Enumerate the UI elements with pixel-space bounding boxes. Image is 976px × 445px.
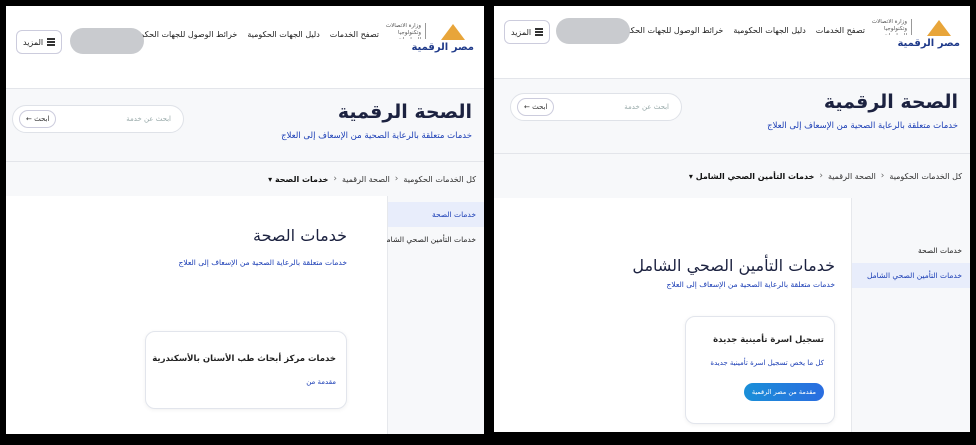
page-header: الصحة الرقمية خدمات متعلقة بالرعاية الصح… (494, 79, 970, 154)
more-menu-button[interactable]: المزيد (504, 20, 551, 44)
page-header: الصحة الرقمية خدمات متعلقة بالرعاية الصح… (6, 89, 484, 162)
digital-egypt-logo[interactable]: مصر الرقمية (897, 16, 960, 56)
chevron-left-icon: ‹ (394, 174, 399, 184)
sidebar-item-health-services[interactable]: خدمات الصحة (852, 238, 970, 263)
left-screenshot: مصر الرقمية وزارة الاتصالات وتكنولوجيا ا… (6, 6, 484, 434)
section-subtitle: خدمات متعلقة بالرعاية الصحية من الإسعاف … (178, 258, 347, 267)
main-content: خدمات التأمين الصحي الشامل خدمات متعلقة … (494, 198, 851, 432)
breadcrumb-all-services[interactable]: كل الخدمات الحكومية (403, 175, 476, 184)
pyramid-icon (927, 20, 951, 36)
search-button-label: ابحث (532, 103, 548, 111)
search-input[interactable]: ابحث عن خدمة ← ابحث (510, 93, 682, 121)
search-placeholder: ابحث عن خدمة (624, 103, 669, 111)
logo-text: مصر الرقمية (897, 38, 960, 49)
card-provider: مقدمة من (306, 378, 336, 386)
digital-egypt-logo[interactable]: مصر الرقمية (411, 20, 474, 60)
section-subtitle: خدمات متعلقة بالرعاية الصحية من الإسعاف … (666, 280, 835, 289)
search-input[interactable]: ابحث عن خدمة ← ابحث (12, 105, 184, 133)
page-title: الصحة الرقمية (823, 91, 958, 113)
search-button[interactable]: ← ابحث (517, 98, 555, 116)
sidebar-item-insurance-services[interactable]: خدمات التأمين الصحي الشامل (852, 263, 970, 288)
main-nav: تصفح الخدمات دليل الجهات الحكومية خرائط … (616, 26, 865, 35)
hamburger-icon (47, 37, 56, 48)
user-account-pill[interactable] (70, 28, 144, 54)
sidebar: خدمات الصحة خدمات التأمين الصحي الشامل (851, 198, 970, 432)
search-button[interactable]: ← ابحث (19, 110, 57, 128)
card-description: كل ما يخص تسجيل اسرة تأمينية جديدة (710, 359, 824, 367)
nav-access-maps[interactable]: خرائط الوصول للجهات الحكومية (130, 30, 238, 39)
pyramid-icon (441, 24, 465, 40)
sidebar-item-health-services[interactable]: خدمات الصحة (388, 202, 484, 227)
top-navbar: مصر الرقمية وزارة الاتصالات وتكنولوجيا ا… (494, 6, 970, 79)
breadcrumb-digital-health[interactable]: الصحة الرقمية (342, 175, 390, 184)
chevron-left-icon: ‹ (819, 171, 823, 181)
nav-gov-directory[interactable]: دليل الجهات الحكومية (247, 30, 319, 39)
more-label: المزيد (23, 37, 44, 47)
right-screenshot: مصر الرقمية وزارة الاتصالات وتكنولوجيا ا… (494, 6, 970, 432)
card-title: خدمات مركز أبحاث طب الأسنان بالأسكندرية (152, 354, 336, 364)
page-title: الصحة الرقمية (337, 101, 472, 123)
breadcrumb-current[interactable]: خدمات التأمين الصحي الشامل ▾ (689, 172, 814, 181)
more-menu-button[interactable]: المزيد (16, 30, 63, 54)
provider-badge: مقدمة من مصر الرقمية (743, 383, 824, 401)
page-subtitle: خدمات متعلقة بالرعاية الصحية من الإسعاف … (767, 121, 958, 131)
breadcrumb-current[interactable]: خدمات الصحة ▾ (268, 175, 328, 184)
more-label: المزيد (511, 27, 532, 37)
chevron-left-icon: ‹ (333, 174, 337, 184)
logo-text: مصر الرقمية (411, 42, 474, 53)
search-button-label: ابحث (34, 115, 50, 123)
chevron-left-icon: ‹ (880, 171, 885, 181)
sidebar-item-insurance-services[interactable]: خدمات التأمين الصحي الشامل (381, 227, 484, 252)
service-card[interactable]: تسجيل اسرة تأمينية جديدة كل ما يخص تسجيل… (685, 316, 835, 424)
sidebar: خدمات الصحة خدمات التأمين الصحي الشامل (381, 196, 484, 434)
card-title: تسجيل اسرة تأمينية جديدة (713, 335, 824, 345)
service-card[interactable]: خدمات مركز أبحاث طب الأسنان بالأسكندرية … (145, 331, 347, 409)
nav-access-maps[interactable]: خرائط الوصول للجهات الحكومية (616, 26, 724, 35)
breadcrumb: كل الخدمات الحكومية ‹ الصحة الرقمية ‹ خد… (6, 162, 484, 197)
main-nav: تصفح الخدمات دليل الجهات الحكومية خرائط … (130, 30, 379, 39)
ministry-logo-text: وزارة الاتصالات وتكنولوجيا المعلومات (381, 23, 426, 39)
breadcrumb-digital-health[interactable]: الصحة الرقمية (828, 172, 876, 181)
nav-browse-services[interactable]: تصفح الخدمات (330, 30, 379, 39)
section-title: خدمات الصحة (253, 226, 347, 245)
nav-browse-services[interactable]: تصفح الخدمات (816, 26, 865, 35)
user-account-pill[interactable] (556, 18, 630, 44)
top-navbar: مصر الرقمية وزارة الاتصالات وتكنولوجيا ا… (6, 6, 484, 89)
breadcrumb-all-services[interactable]: كل الخدمات الحكومية (889, 172, 962, 181)
nav-gov-directory[interactable]: دليل الجهات الحكومية (733, 26, 805, 35)
breadcrumb: كل الخدمات الحكومية ‹ الصحة الرقمية ‹ خد… (494, 154, 970, 199)
search-placeholder: ابحث عن خدمة (126, 115, 171, 123)
page-subtitle: خدمات متعلقة بالرعاية الصحية من الإسعاف … (281, 131, 472, 141)
ministry-logo-text: وزارة الاتصالات وتكنولوجيا المعلومات (867, 19, 912, 35)
hamburger-icon (535, 27, 544, 38)
section-title: خدمات التأمين الصحي الشامل (632, 256, 835, 275)
main-content: خدمات الصحة خدمات متعلقة بالرعاية الصحية… (6, 196, 387, 434)
